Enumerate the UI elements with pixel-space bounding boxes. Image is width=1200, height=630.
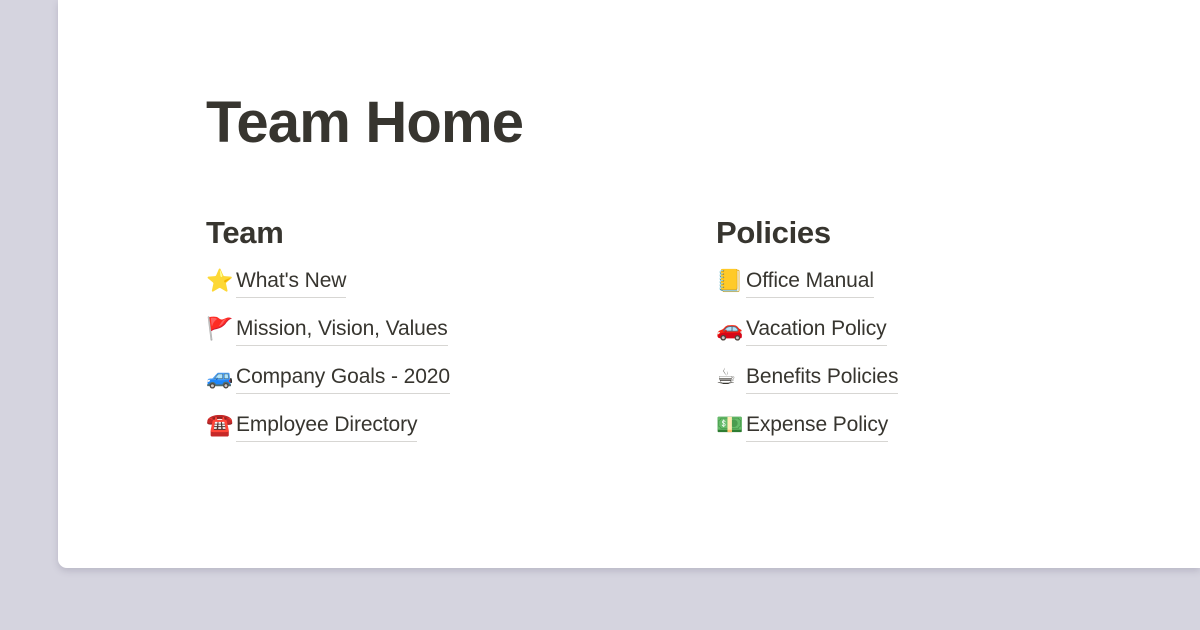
column-policies: Policies 📒 Office Manual 🚗 Vacation Poli…	[716, 213, 1146, 457]
page-link-company-goals-2020[interactable]: Company Goals - 2020	[236, 363, 450, 394]
recreational-vehicle-icon: 🚙	[206, 365, 234, 390]
column-team: Team ⭐ What's New 🚩 Mission, Vision, Val…	[206, 213, 716, 457]
column-heading-policies: Policies	[716, 215, 831, 250]
star-icon: ⭐	[206, 269, 234, 294]
screenshot-canvas: Team Home Team ⭐ What's New 🚩 Mission, V…	[0, 0, 1200, 630]
link-list-policies: 📒 Office Manual 🚗 Vacation Policy ☕ Bene…	[716, 265, 1146, 443]
notebook-icon: 📒	[716, 269, 744, 294]
list-item[interactable]: 📒 Office Manual	[716, 265, 1146, 299]
link-list-team: ⭐ What's New 🚩 Mission, Vision, Values 🚙…	[206, 265, 716, 443]
list-item[interactable]: 🚗 Vacation Policy	[716, 313, 1146, 347]
dollar-banknote-icon: 💵	[716, 413, 744, 438]
telephone-icon: ☎️	[206, 413, 234, 438]
triangular-flag-icon: 🚩	[206, 317, 234, 342]
column-list-container: Team ⭐ What's New 🚩 Mission, Vision, Val…	[206, 213, 1146, 457]
page-link-benefits-policies[interactable]: Benefits Policies	[746, 363, 898, 394]
page-title: Team Home	[206, 90, 524, 155]
page-link-whats-new[interactable]: What's New	[236, 267, 346, 298]
page-link-office-manual[interactable]: Office Manual	[746, 267, 874, 298]
hot-beverage-icon: ☕	[716, 365, 736, 390]
list-item[interactable]: 🚙 Company Goals - 2020	[206, 361, 716, 395]
page-link-vacation-policy[interactable]: Vacation Policy	[746, 315, 887, 346]
list-item[interactable]: ☕ Benefits Policies	[716, 361, 1146, 395]
list-item[interactable]: ⭐ What's New	[206, 265, 716, 299]
document-page-card: Team Home Team ⭐ What's New 🚩 Mission, V…	[58, 0, 1200, 568]
page-content-area: Team Home Team ⭐ What's New 🚩 Mission, V…	[206, 0, 1200, 568]
list-item[interactable]: 💵 Expense Policy	[716, 409, 1146, 443]
automobile-icon: 🚗	[716, 317, 744, 342]
page-link-expense-policy[interactable]: Expense Policy	[746, 411, 888, 442]
list-item[interactable]: 🚩 Mission, Vision, Values	[206, 313, 716, 347]
page-link-mission-vision-values[interactable]: Mission, Vision, Values	[236, 315, 448, 346]
page-link-employee-directory[interactable]: Employee Directory	[236, 411, 418, 442]
column-heading-team: Team	[206, 215, 284, 250]
list-item[interactable]: ☎️ Employee Directory	[206, 409, 716, 443]
